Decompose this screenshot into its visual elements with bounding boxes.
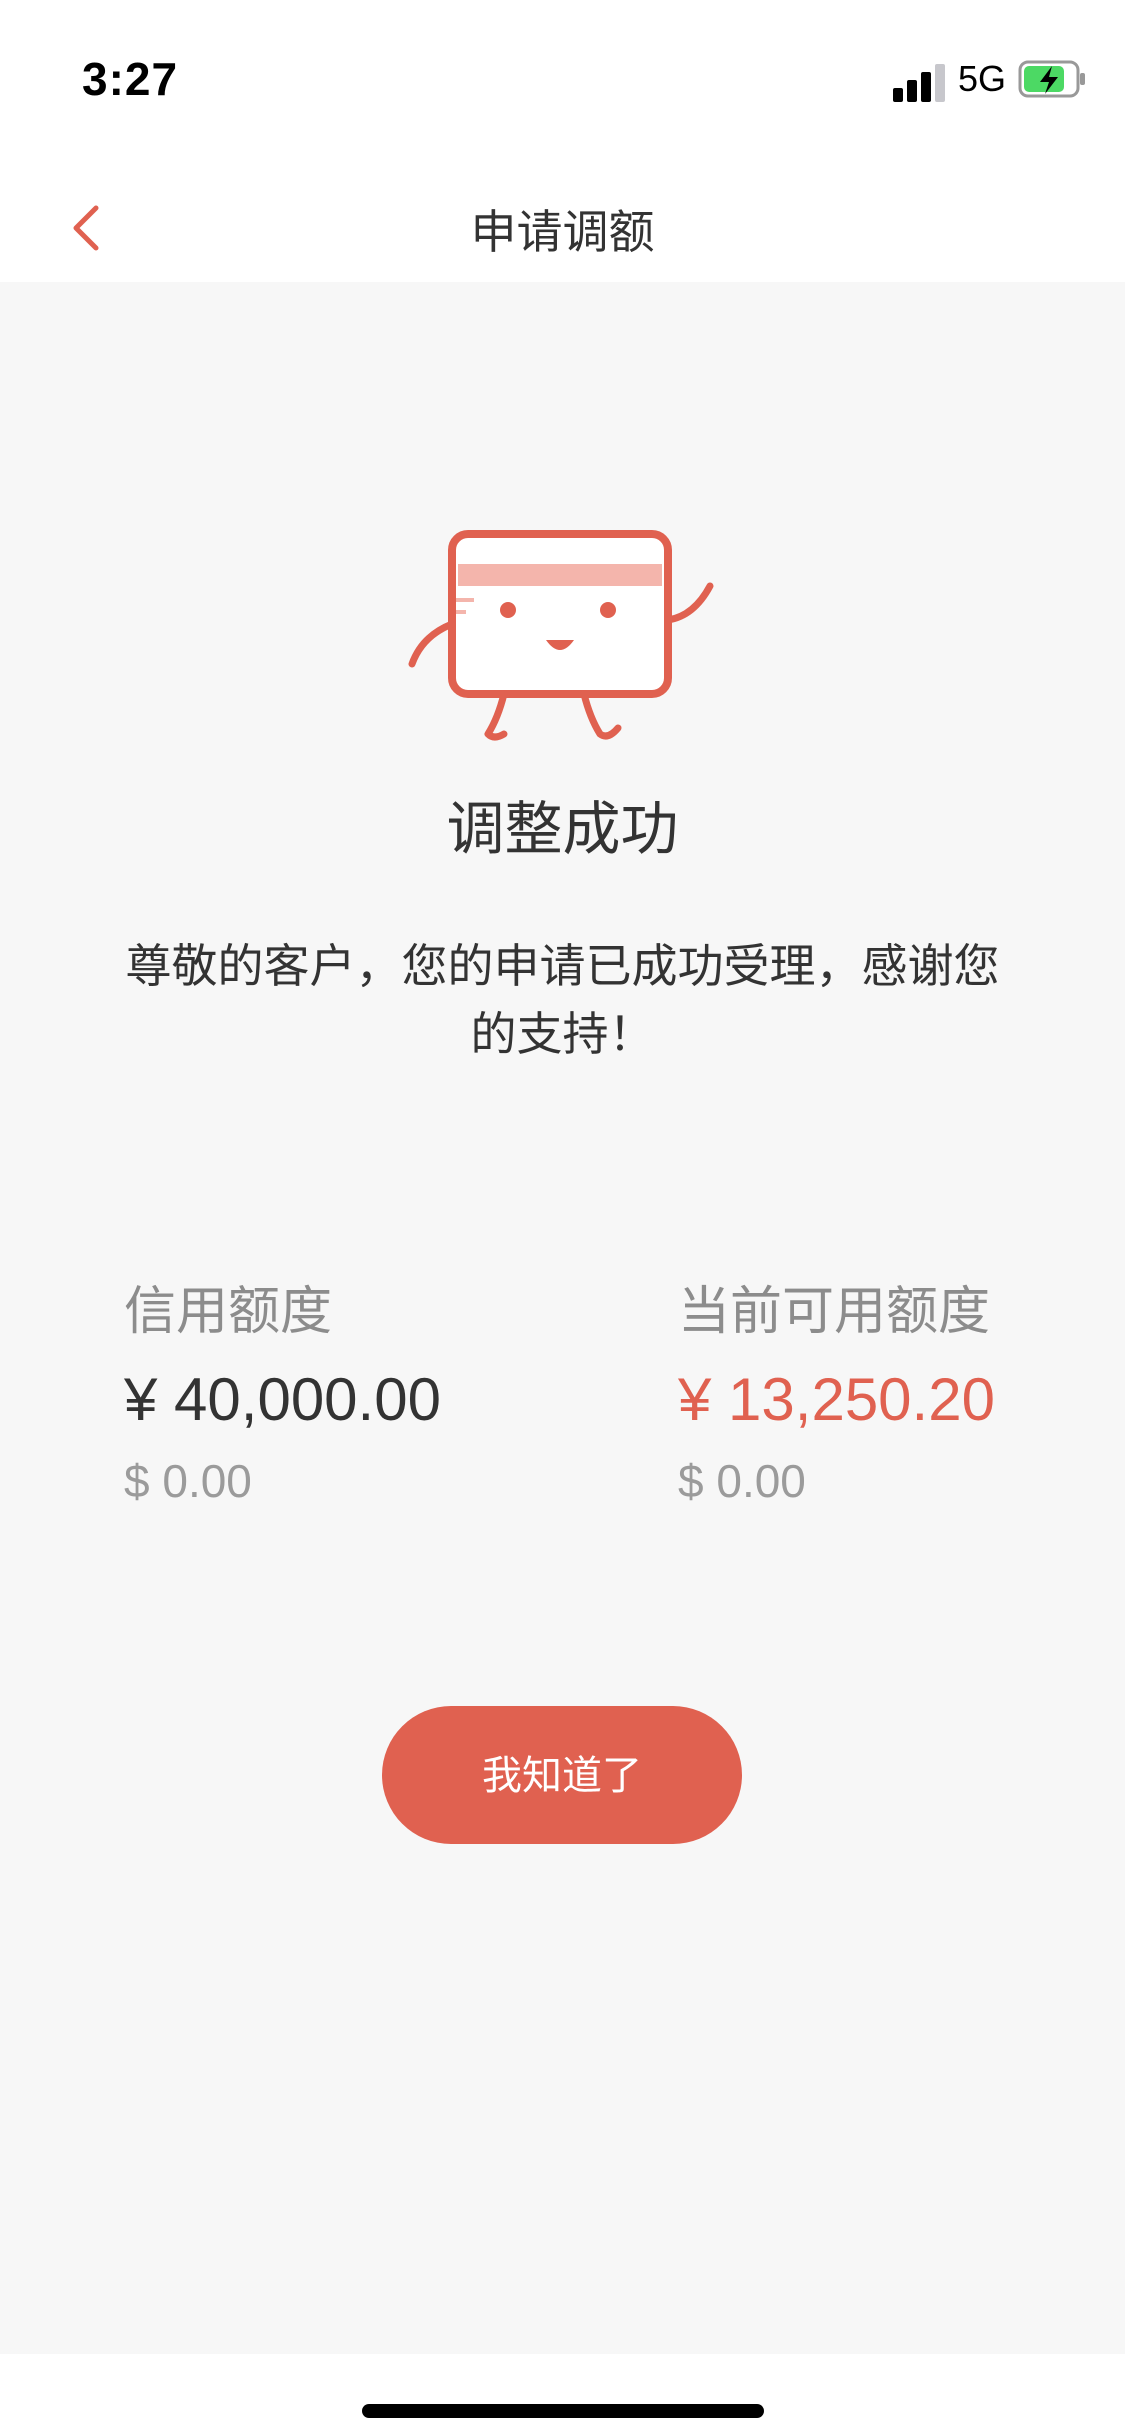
bottom-bar [0,2354,1125,2436]
home-indicator[interactable] [362,2404,764,2418]
result-title: 调整成功 [446,795,679,863]
available-limit-label: 当前可用额度 [678,1282,991,1342]
card-mascot-icon [404,512,724,756]
confirm-button[interactable]: 我知道了 [382,1706,742,1844]
screen: 3:27 5G 申请调额 调整成功 尊敬的客户，您的申请已成功受理，感谢您的支持… [0,0,1125,2436]
available-limit-cny: ¥ 13,250.20 [678,1366,995,1433]
credit-limit-cny: ¥ 40,000.00 [124,1366,441,1433]
network-type: 5G [958,58,1007,99]
result-message: 尊敬的客户，您的申请已成功受理，感谢您的支持！ [125,939,1000,1061]
status-time: 3:27 [82,53,179,105]
cellular-signal-icon [893,62,945,102]
available-limit-usd: $ 0.00 [678,1455,806,1507]
nav-bar: 申请调额 [0,170,1125,282]
credit-limit-usd: $ 0.00 [124,1455,252,1507]
status-bar: 3:27 5G [0,0,1125,170]
limits-section: 信用额度 ¥ 40,000.00 $ 0.00 当前可用额度 ¥ 13,250.… [0,1280,1125,1540]
battery-charging-icon [1018,58,1088,106]
credit-limit-label: 信用额度 [124,1282,333,1342]
credit-limit: 信用额度 ¥ 40,000.00 $ 0.00 [124,1280,441,1510]
available-limit: 当前可用额度 ¥ 13,250.20 $ 0.00 [678,1280,995,1510]
main-content: 调整成功 尊敬的客户，您的申请已成功受理，感谢您的支持！ 信用额度 ¥ 40,0… [0,282,1125,2354]
page-title: 申请调额 [470,205,655,259]
